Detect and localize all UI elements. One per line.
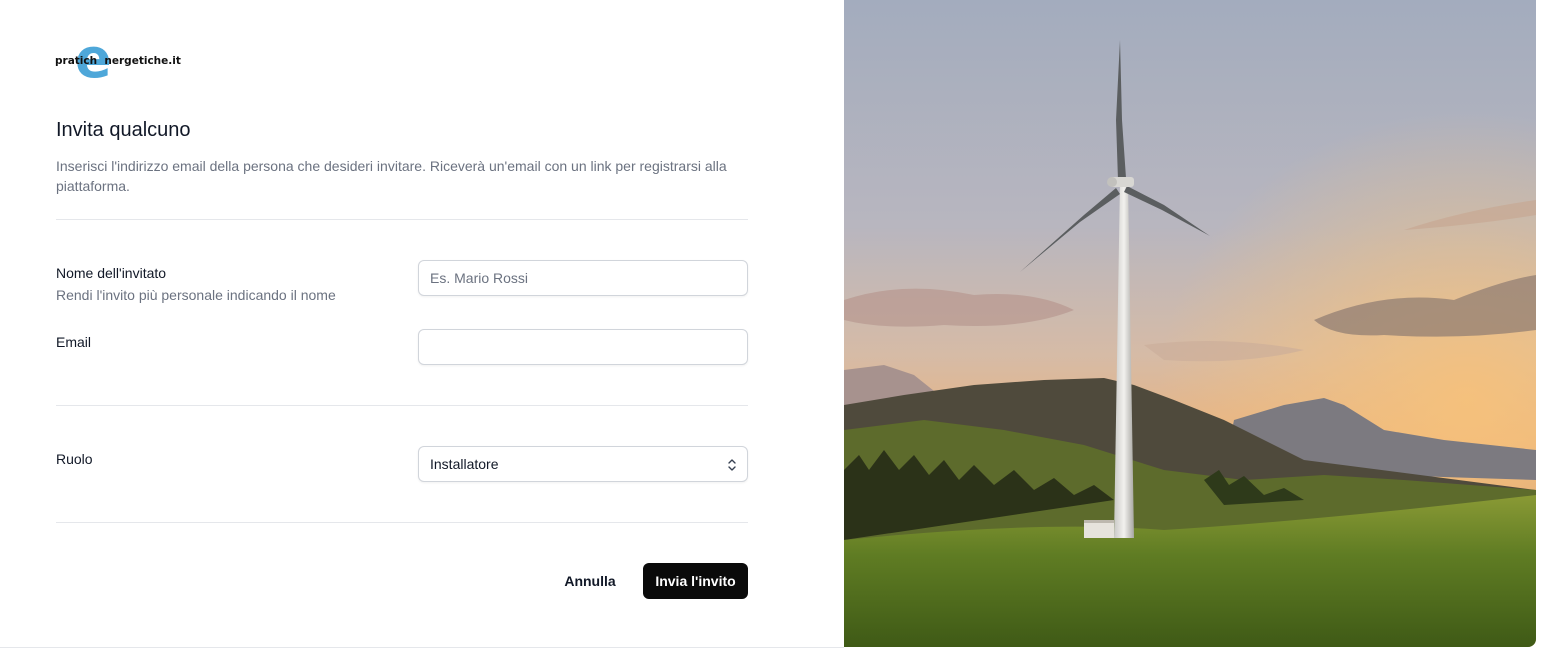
page-title: Invita qualcuno bbox=[56, 119, 191, 141]
name-input[interactable] bbox=[418, 260, 748, 296]
divider bbox=[56, 522, 748, 523]
chevron-up-down-icon bbox=[728, 459, 736, 471]
logo: e pratich nergetiche.it bbox=[55, 32, 181, 86]
email-input[interactable] bbox=[418, 329, 748, 365]
email-label: Email bbox=[56, 334, 92, 350]
bottom-border bbox=[0, 647, 844, 648]
divider bbox=[56, 405, 748, 406]
send-invite-button[interactable]: Invia l'invito bbox=[643, 563, 748, 599]
cancel-button[interactable]: Annulla bbox=[552, 563, 628, 599]
role-selected-value: Installatore bbox=[430, 456, 499, 472]
divider bbox=[56, 219, 748, 220]
name-label: Nome dell'invitato bbox=[56, 265, 167, 281]
role-select[interactable]: Installatore bbox=[418, 446, 748, 482]
role-label: Ruolo bbox=[56, 451, 93, 467]
logo-text: pratich nergetiche.it bbox=[55, 55, 181, 67]
name-hint: Rendi l'invito più personale indicando i… bbox=[56, 287, 336, 303]
page-description: Inserisci l'indirizzo email della person… bbox=[56, 158, 727, 194]
hero-image bbox=[844, 0, 1536, 647]
